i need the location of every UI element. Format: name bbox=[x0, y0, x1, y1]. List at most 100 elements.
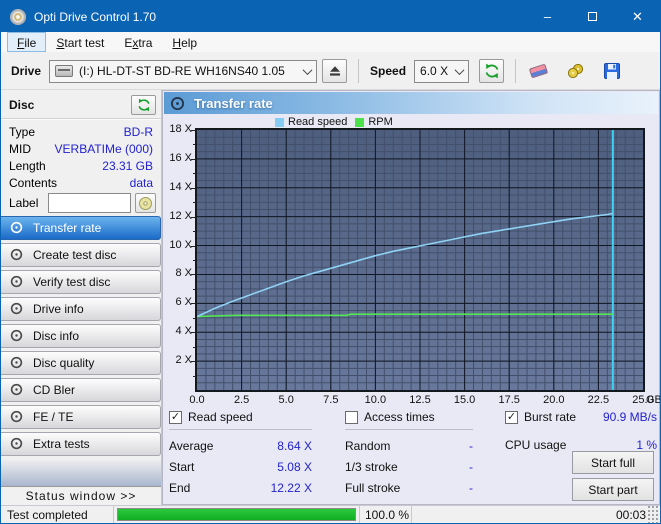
stat-row-1-3-stroke: 1/3 stroke- bbox=[345, 456, 473, 477]
disc-refresh-button[interactable] bbox=[131, 95, 156, 115]
stat-label: 1/3 stroke bbox=[345, 460, 398, 474]
discs-button[interactable] bbox=[560, 58, 590, 84]
resize-grip[interactable] bbox=[646, 506, 660, 523]
burst-rate-checkbox[interactable]: ✓ bbox=[505, 411, 518, 424]
window-title: Opti Drive Control 1.70 bbox=[34, 10, 156, 24]
x-axis-label: 10.0 bbox=[357, 394, 393, 406]
close-button[interactable]: ✕ bbox=[615, 1, 660, 32]
sidebar-item-disc-info[interactable]: Disc info bbox=[1, 324, 161, 348]
y-axis-tick bbox=[191, 274, 196, 275]
sidebar-item-extra-tests[interactable]: Extra tests bbox=[1, 432, 161, 456]
sidebar-item-label: Transfer rate bbox=[33, 221, 101, 235]
legend-label: Read speed bbox=[288, 116, 347, 128]
y-axis-tick bbox=[193, 144, 196, 145]
x-axis-label: 2.5 bbox=[224, 394, 260, 406]
menu-help[interactable]: Help bbox=[162, 32, 207, 52]
y-axis-label: 18 X bbox=[164, 123, 192, 135]
y-axis-label: 10 X bbox=[164, 239, 192, 251]
status-spacer bbox=[411, 506, 594, 523]
sidebar-item-label: Disc quality bbox=[33, 356, 94, 370]
stat-row-end: End 12.22 X bbox=[169, 477, 312, 498]
sidebar-item-transfer-rate[interactable]: Transfer rate bbox=[1, 216, 161, 240]
burst-rate-value: 90.9 MB/s bbox=[603, 410, 657, 424]
y-axis-tick bbox=[193, 289, 196, 290]
stat-value: 8.64 X bbox=[277, 439, 312, 453]
maximize-button[interactable] bbox=[570, 1, 615, 32]
x-axis-label: 7.5 bbox=[313, 394, 349, 406]
drive-select[interactable]: (I:) HL-DT-ST BD-RE WH16NS40 1.05 bbox=[49, 60, 317, 83]
sidebar-item-disc-quality[interactable]: Disc quality bbox=[1, 351, 161, 375]
stat-value: 12.22 X bbox=[271, 481, 312, 495]
sidebar-item-label: CD Bler bbox=[33, 383, 75, 397]
disc-row-contents: Contentsdata bbox=[1, 174, 161, 191]
disc-row-label: Type bbox=[9, 125, 35, 139]
y-axis-tick bbox=[191, 361, 196, 362]
erase-disc-button[interactable] bbox=[523, 58, 553, 84]
toolbar-separator bbox=[358, 59, 359, 83]
y-axis-tick bbox=[191, 246, 196, 247]
disc-icon bbox=[10, 356, 24, 370]
sidebar-item-label: Extra tests bbox=[33, 437, 90, 451]
app-disc-icon bbox=[10, 9, 26, 25]
x-axis-label: 15.0 bbox=[447, 394, 483, 406]
menu-file[interactable]: File bbox=[7, 32, 46, 52]
menu-extra[interactable]: Extra bbox=[114, 32, 162, 52]
cpu-usage-value: 1 % bbox=[636, 438, 657, 452]
eraser-icon bbox=[528, 64, 547, 79]
read-speed-checkbox[interactable]: ✓ bbox=[169, 411, 182, 424]
menu-start-test[interactable]: Start test bbox=[46, 32, 114, 52]
y-axis-tick bbox=[193, 173, 196, 174]
disc-row-value: VERBATIMe (000) bbox=[55, 142, 153, 156]
disc-panel-title: Disc bbox=[9, 98, 34, 112]
toolbar-separator bbox=[515, 59, 516, 83]
label-input[interactable] bbox=[48, 193, 131, 213]
start-part-button[interactable]: Start part bbox=[572, 478, 654, 501]
chevron-down-icon bbox=[455, 65, 465, 75]
access-times-checkbox[interactable] bbox=[345, 411, 358, 424]
sidebar-item-label: Verify test disc bbox=[33, 275, 110, 289]
sidebar-item-drive-info[interactable]: Drive info bbox=[1, 297, 161, 321]
chart-legend: Read speedRPM bbox=[275, 116, 401, 128]
sidebar-item-fe-te[interactable]: FE / TE bbox=[1, 405, 161, 429]
disc-row-length: Length23.31 GB bbox=[1, 157, 161, 174]
y-axis-label: 16 X bbox=[164, 152, 192, 164]
save-button[interactable] bbox=[597, 58, 627, 84]
stat-row-average: Average 8.64 X bbox=[169, 435, 312, 456]
label-field-label: Label bbox=[9, 196, 38, 210]
stat-row-full-stroke: Full stroke- bbox=[345, 477, 473, 498]
y-axis-tick bbox=[193, 202, 196, 203]
y-axis-tick bbox=[191, 303, 196, 304]
sidebar-item-create-test-disc[interactable]: Create test disc bbox=[1, 243, 161, 267]
eject-button[interactable] bbox=[322, 59, 347, 83]
speed-select[interactable]: 6.0 X bbox=[414, 60, 469, 83]
y-axis-label: 2 X bbox=[164, 354, 192, 366]
sidebar-item-cd-bler[interactable]: CD Bler bbox=[1, 378, 161, 402]
menu-bar: FileStart testExtraHelp bbox=[1, 32, 660, 53]
sidebar-item-verify-test-disc[interactable]: Verify test disc bbox=[1, 270, 161, 294]
chevron-down-icon bbox=[303, 65, 313, 75]
y-axis-tick bbox=[191, 130, 196, 131]
stat-label: End bbox=[169, 481, 190, 495]
x-axis-label: 17.5 bbox=[491, 394, 527, 406]
disc-row-value: 23.31 GB bbox=[102, 159, 153, 173]
progress-fill bbox=[118, 509, 355, 520]
drive-icon bbox=[55, 65, 73, 77]
minimize-button[interactable]: – bbox=[525, 1, 570, 32]
disc-row-mid: MIDVERBATIMe (000) bbox=[1, 140, 161, 157]
refresh-button[interactable] bbox=[479, 59, 504, 83]
write-label-button[interactable] bbox=[135, 193, 156, 213]
progress-percent: 100.0 % bbox=[359, 506, 411, 523]
stat-value: - bbox=[469, 439, 473, 453]
disc-icon bbox=[10, 329, 24, 343]
panel-header: Transfer rate bbox=[164, 92, 658, 114]
sidebar-item-label: FE / TE bbox=[33, 410, 73, 424]
start-full-button[interactable]: Start full bbox=[572, 451, 654, 474]
legend-swatch-rpm bbox=[355, 118, 364, 127]
sidebar-filler bbox=[1, 459, 161, 486]
chart-panel: Transfer rate Read speedRPM 2 X4 X6 X8 X… bbox=[162, 90, 660, 505]
progress-bar bbox=[117, 508, 356, 521]
refresh-icon bbox=[484, 63, 500, 79]
stat-label: Average bbox=[169, 439, 213, 453]
status-window-button[interactable]: Status window >> bbox=[1, 486, 161, 505]
speed-select-value: 6.0 X bbox=[420, 64, 448, 78]
